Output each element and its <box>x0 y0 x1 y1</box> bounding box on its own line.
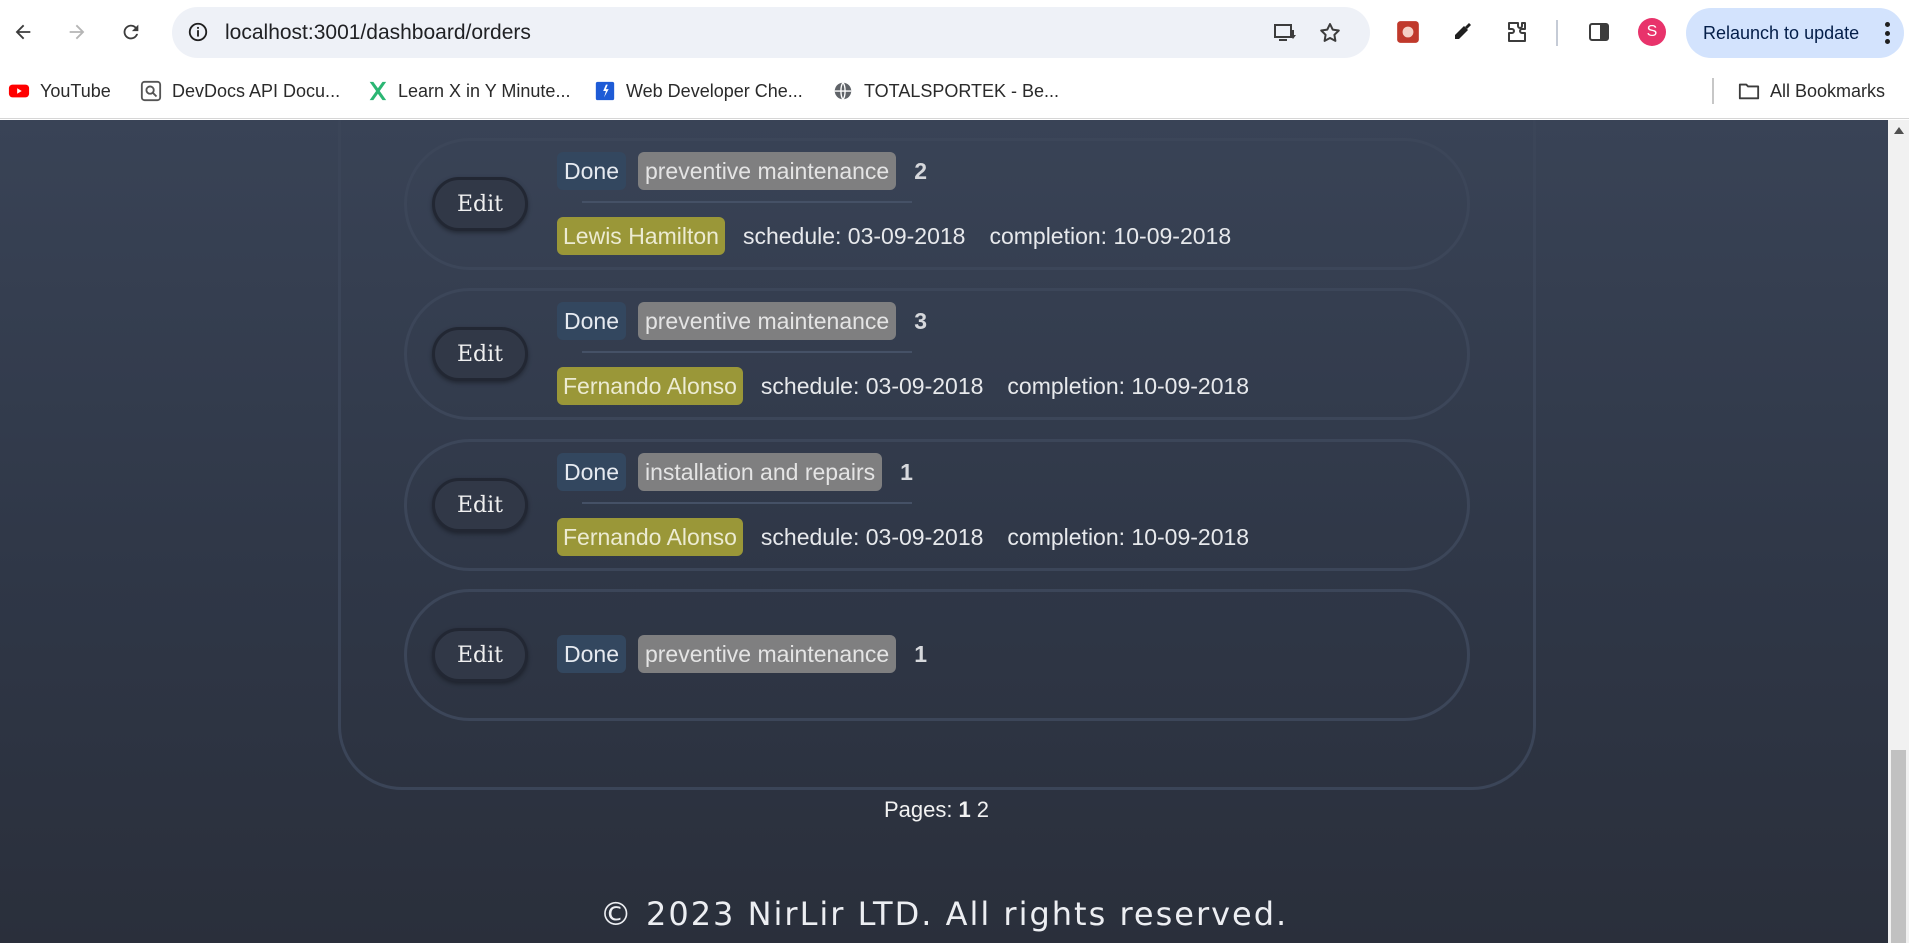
extension-red-icon[interactable] <box>1390 14 1426 50</box>
bookmark-totalsportek[interactable]: TOTALSPORTEK - Be... <box>832 76 1059 106</box>
order-card: Edit Done preventive maintenance 2 Lewis… <box>404 138 1470 270</box>
order-count: 1 <box>900 458 913 485</box>
arrow-right-icon <box>69 24 85 40</box>
page-current[interactable]: 1 <box>959 797 971 823</box>
order-details: Fernando Alonso schedule: 03-09-2018 com… <box>557 517 1249 557</box>
service-badge: installation and repairs <box>637 453 883 491</box>
order-card: Edit Done preventive maintenance 3 Ferna… <box>404 288 1470 420</box>
bookmark-learnx[interactable]: Learn X in Y Minute... <box>366 76 570 106</box>
edit-order-button[interactable]: Edit <box>432 327 528 381</box>
bookmark-label: YouTube <box>40 80 111 101</box>
globe-icon <box>832 80 854 102</box>
footer-copyright: © 2023 NirLir LTD. All rights reserved. <box>599 895 1289 933</box>
relaunch-label: Relaunch to update <box>1703 22 1860 43</box>
order-details: Lewis Hamilton schedule: 03-09-2018 comp… <box>557 216 1231 256</box>
relaunch-button[interactable]: Relaunch to update <box>1686 8 1904 58</box>
status-badge: Done <box>557 635 626 673</box>
completion-date: completion: 10-09-2018 <box>1007 523 1250 550</box>
order-count: 2 <box>914 157 927 184</box>
order-tags: Done preventive maintenance 2 <box>557 151 927 191</box>
bookmark-label: DevDocs API Docu... <box>172 80 341 101</box>
page-link[interactable]: 2 <box>977 797 989 823</box>
extensions-puzzle-icon[interactable] <box>1499 14 1535 50</box>
url-text: localhost:3001/dashboard/orders <box>225 21 531 44</box>
reload-button[interactable] <box>111 12 151 52</box>
back-button[interactable] <box>3 12 43 52</box>
address-bar[interactable]: localhost:3001/dashboard/orders <box>172 7 1370 58</box>
order-count: 1 <box>914 640 927 667</box>
schedule-date: schedule: 03-09-2018 <box>760 372 984 399</box>
side-panel-icon[interactable] <box>1581 14 1617 50</box>
learnx-icon <box>366 80 388 102</box>
arrow-left-icon <box>15 24 31 40</box>
bookmark-label: Learn X in Y Minute... <box>398 80 571 101</box>
page-scrollbar[interactable] <box>1888 120 1909 943</box>
bookmarks-divider <box>1712 78 1714 104</box>
site-info-icon[interactable] <box>182 16 214 48</box>
scroll-up-arrow-icon[interactable] <box>1894 127 1904 134</box>
install-app-icon[interactable] <box>1268 16 1302 50</box>
forward-button[interactable] <box>57 12 97 52</box>
bookmark-star-icon[interactable] <box>1313 16 1347 50</box>
order-details: Fernando Alonso schedule: 03-09-2018 com… <box>557 366 1249 406</box>
devdocs-icon <box>140 80 162 102</box>
driver-badge: Lewis Hamilton <box>557 217 725 255</box>
status-badge: Done <box>557 302 626 340</box>
order-tags: Done installation and repairs 1 <box>557 452 913 492</box>
order-tags: Done preventive maintenance 3 <box>557 301 927 341</box>
completion-date: completion: 10-09-2018 <box>1007 372 1250 399</box>
service-badge: preventive maintenance <box>637 302 897 340</box>
edit-order-button[interactable]: Edit <box>432 478 528 532</box>
pagination-label: Pages: <box>884 797 953 822</box>
reload-icon <box>123 24 139 40</box>
browser-toolbar: localhost:3001/dashboard/orders S Relaun… <box>0 0 1909 64</box>
all-bookmarks-label: All Bookmarks <box>1770 80 1886 101</box>
schedule-date: schedule: 03-09-2018 <box>742 222 966 249</box>
folder-icon <box>1738 80 1760 102</box>
order-card: Edit Done installation and repairs 1 Fer… <box>404 439 1470 571</box>
order-tags: Done preventive maintenance 1 <box>557 634 927 674</box>
youtube-icon <box>8 80 30 102</box>
bookmark-label: Web Developer Che... <box>626 80 803 101</box>
webdev-icon <box>594 80 616 102</box>
eyedropper-icon[interactable] <box>1444 14 1480 50</box>
status-badge: Done <box>557 453 626 491</box>
edit-order-button[interactable]: Edit <box>432 628 528 682</box>
service-badge: preventive maintenance <box>637 635 897 673</box>
bookmarks-bar: YouTube DevDocs API Docu... Learn X in Y… <box>0 64 1909 119</box>
order-card: Edit Done preventive maintenance 1 <box>404 589 1470 721</box>
page-viewport: Edit Done preventive maintenance 2 Lewis… <box>0 120 1888 943</box>
driver-badge: Fernando Alonso <box>557 518 743 556</box>
toolbar-divider <box>1556 20 1558 46</box>
edit-order-button[interactable]: Edit <box>432 177 528 231</box>
bookmark-label: TOTALSPORTEK - Be... <box>864 80 1060 101</box>
order-count: 3 <box>914 307 927 334</box>
driver-badge: Fernando Alonso <box>557 367 743 405</box>
profile-avatar[interactable]: S <box>1638 18 1666 46</box>
more-menu-icon[interactable] <box>1884 22 1890 44</box>
divider <box>582 502 912 504</box>
schedule-date: schedule: 03-09-2018 <box>760 523 984 550</box>
all-bookmarks-button[interactable]: All Bookmarks <box>1738 76 1885 106</box>
pagination: Pages: 1 2 <box>884 795 989 825</box>
scrollbar-thumb[interactable] <box>1891 750 1906 943</box>
bookmark-devdocs[interactable]: DevDocs API Docu... <box>140 76 340 106</box>
completion-date: completion: 10-09-2018 <box>989 222 1232 249</box>
divider <box>582 351 912 353</box>
bookmark-webdev[interactable]: Web Developer Che... <box>594 76 803 106</box>
divider <box>582 201 912 203</box>
status-badge: Done <box>557 152 626 190</box>
service-badge: preventive maintenance <box>637 152 897 190</box>
bookmark-youtube[interactable]: YouTube <box>8 76 111 106</box>
